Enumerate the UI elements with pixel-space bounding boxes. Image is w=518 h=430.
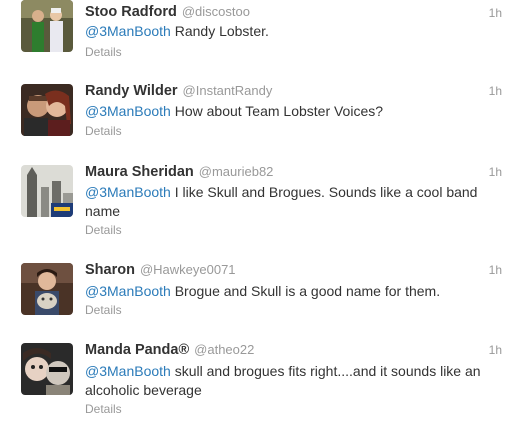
tweet-text: @3ManBooth I like Skull and Brogues. Sou…: [85, 183, 505, 221]
mention-link[interactable]: @3ManBooth: [85, 184, 171, 200]
tweet-text: @3ManBooth How about Team Lobster Voices…: [85, 102, 505, 121]
tweet-body: Brogue and Skull is a good name for them…: [174, 283, 441, 299]
user-handle[interactable]: @Hawkeye0071: [140, 262, 236, 277]
tweet-text: @3ManBooth skull and brogues fits right.…: [85, 362, 500, 400]
tweet-header: Sharon @Hawkeye0071: [85, 261, 236, 279]
mention-link[interactable]: @3ManBooth: [85, 363, 171, 379]
user-handle[interactable]: @InstantRandy: [183, 83, 273, 98]
tweet-timestamp[interactable]: 1h: [489, 343, 502, 357]
details-link[interactable]: Details: [85, 124, 122, 138]
tweet-header: Maura Sheridan @maurieb82: [85, 163, 273, 181]
tweet-timestamp[interactable]: 1h: [489, 84, 502, 98]
mention-link[interactable]: @3ManBooth: [85, 283, 171, 299]
avatar-two-faces-photo-icon: [21, 343, 73, 395]
tweet-item[interactable]: Maura Sheridan @maurieb82 1h @3ManBooth I…: [0, 152, 518, 251]
user-handle[interactable]: @maurieb82: [199, 164, 274, 179]
user-avatar[interactable]: [21, 343, 73, 395]
details-link[interactable]: Details: [85, 303, 122, 317]
user-avatar[interactable]: [21, 0, 73, 52]
avatar-person-cat-photo-icon: [21, 263, 73, 315]
avatar-costume-photo-icon: [21, 0, 73, 52]
tweet-item[interactable]: Manda Panda® @atheo22 1h @3ManBooth skull…: [0, 330, 518, 430]
tweet-header: Randy Wilder @InstantRandy: [85, 82, 272, 100]
tweet-item[interactable]: Randy Wilder @InstantRandy 1h @3ManBooth …: [0, 70, 518, 153]
user-fullname[interactable]: Randy Wilder: [85, 83, 178, 99]
user-handle[interactable]: @discostoo: [182, 4, 250, 19]
tweet-timestamp[interactable]: 1h: [489, 6, 502, 20]
details-link[interactable]: Details: [85, 45, 122, 59]
tweet-item[interactable]: Sharon @Hawkeye0071 1h @3ManBooth Brogue …: [0, 250, 518, 331]
tweet-text: @3ManBooth Randy Lobster.: [85, 22, 505, 41]
user-avatar[interactable]: [21, 165, 73, 217]
details-link[interactable]: Details: [85, 223, 122, 237]
user-avatar[interactable]: [21, 84, 73, 136]
tweet-header: Stoo Radford @discostoo: [85, 3, 250, 21]
tweet-header: Manda Panda® @atheo22: [85, 341, 254, 359]
mention-link[interactable]: @3ManBooth: [85, 103, 171, 119]
details-link[interactable]: Details: [85, 402, 122, 416]
tweet-body: How about Team Lobster Voices?: [174, 103, 384, 119]
user-fullname[interactable]: Stoo Radford: [85, 4, 177, 20]
user-fullname[interactable]: Manda Panda®: [85, 342, 189, 358]
tweet-item[interactable]: Stoo Radford @discostoo 1h @3ManBooth Ran…: [0, 0, 518, 71]
avatar-couple-photo-icon: [21, 84, 73, 136]
tweet-timestamp[interactable]: 1h: [489, 263, 502, 277]
user-avatar[interactable]: [21, 263, 73, 315]
user-fullname[interactable]: Sharon: [85, 262, 135, 278]
user-fullname[interactable]: Maura Sheridan: [85, 164, 194, 180]
avatar-city-photo-icon: [21, 165, 73, 217]
mention-link[interactable]: @3ManBooth: [85, 23, 171, 39]
tweet-body: Randy Lobster.: [174, 23, 269, 39]
tweet-text: @3ManBooth Brogue and Skull is a good na…: [85, 282, 505, 301]
tweet-timestamp[interactable]: 1h: [489, 165, 502, 179]
user-handle[interactable]: @atheo22: [194, 342, 254, 357]
